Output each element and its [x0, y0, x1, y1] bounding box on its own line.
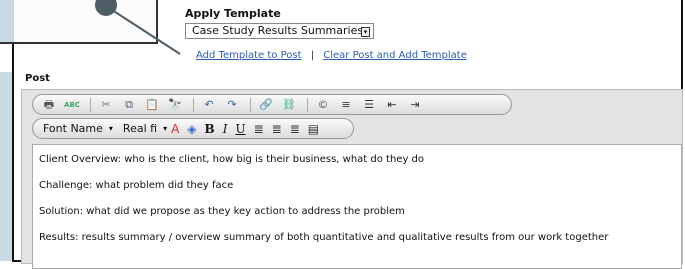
- editor-toolbar-row-1: 🖶 ABC ✂ ⧉ 📋 🔭 ↶ ↷ 🔗 ⛓ © ≡ ☰ ⇤ ⇥: [32, 94, 512, 115]
- ordered-list-icon[interactable]: ≡: [336, 97, 356, 113]
- template-select-value: Case Study Results Summaries: [192, 24, 364, 37]
- bullet-list-icon[interactable]: ☰: [359, 97, 379, 113]
- font-size-dropdown-icon: ▾: [163, 124, 168, 133]
- toolbar-separator: [193, 97, 194, 112]
- post-label: Post: [25, 73, 50, 84]
- highlight-color-icon[interactable]: ◈: [187, 122, 196, 136]
- underline-icon[interactable]: U: [235, 122, 245, 136]
- copy-icon[interactable]: ⧉: [119, 97, 139, 113]
- align-left-icon[interactable]: ≣: [254, 122, 264, 136]
- unlink-icon[interactable]: ⛓: [279, 97, 299, 113]
- template-select[interactable]: Case Study Results Summaries ▾: [185, 23, 374, 39]
- content-line: Client Overview: who is the client, how …: [39, 154, 425, 165]
- link-separator: |: [310, 50, 315, 61]
- bold-icon[interactable]: B: [205, 122, 215, 136]
- paste-icon[interactable]: 📋: [142, 97, 162, 113]
- editor-content-area[interactable]: Client Overview: who is the client, how …: [32, 144, 682, 269]
- align-center-icon[interactable]: ≣: [272, 122, 282, 136]
- content-line: Results: results summary / overview summ…: [39, 232, 609, 243]
- left-gutter: [0, 72, 12, 261]
- text-color-icon[interactable]: A: [171, 122, 179, 136]
- find-icon[interactable]: 🔭: [165, 97, 185, 113]
- redo-icon[interactable]: ↷: [222, 97, 242, 113]
- font-size-select[interactable]: Real fi ▾: [123, 122, 167, 135]
- undo-icon[interactable]: ↶: [199, 97, 219, 113]
- toolbar-separator: [90, 97, 91, 112]
- rich-text-editor: 🖶 ABC ✂ ⧉ 📋 🔭 ↶ ↷ 🔗 ⛓ © ≡ ☰ ⇤ ⇥ Font Name ▾ Real fi ▾ …: [21, 89, 683, 269]
- print-icon[interactable]: 🖶: [39, 97, 59, 113]
- italic-icon[interactable]: I: [223, 122, 228, 136]
- toolbar-separator: [307, 97, 308, 112]
- content-line: Solution: what did we propose as they ke…: [39, 206, 405, 217]
- cut-icon[interactable]: ✂: [96, 97, 116, 113]
- editor-toolbar-row-2: Font Name ▾ Real fi ▾ A ◈ B I U ≣ ≣ ≣ ▤: [32, 118, 354, 139]
- spellcheck-icon[interactable]: ABC: [62, 97, 82, 113]
- font-name-select[interactable]: Font Name ▾: [43, 122, 113, 135]
- indent-icon[interactable]: ⇥: [405, 97, 425, 113]
- insert-special-icon[interactable]: ©: [313, 97, 333, 113]
- font-name-dropdown-icon: ▾: [108, 124, 113, 133]
- align-justify-icon[interactable]: ▤: [308, 122, 319, 136]
- template-links: Add Template to Post | Clear Post and Ad…: [196, 50, 467, 61]
- select-arrow-icon: ▾: [361, 27, 370, 37]
- content-line: Challenge: what problem did they face: [39, 180, 234, 191]
- toolbar-separator: [250, 97, 251, 112]
- outdent-icon[interactable]: ⇤: [382, 97, 402, 113]
- font-size-value: Real fi: [122, 122, 158, 135]
- add-template-link[interactable]: Add Template to Post: [196, 50, 302, 61]
- clear-post-link[interactable]: Clear Post and Add Template: [323, 50, 467, 61]
- align-right-icon[interactable]: ≣: [290, 122, 300, 136]
- insert-link-icon[interactable]: 🔗: [256, 97, 276, 113]
- font-name-value: Font Name: [43, 122, 103, 135]
